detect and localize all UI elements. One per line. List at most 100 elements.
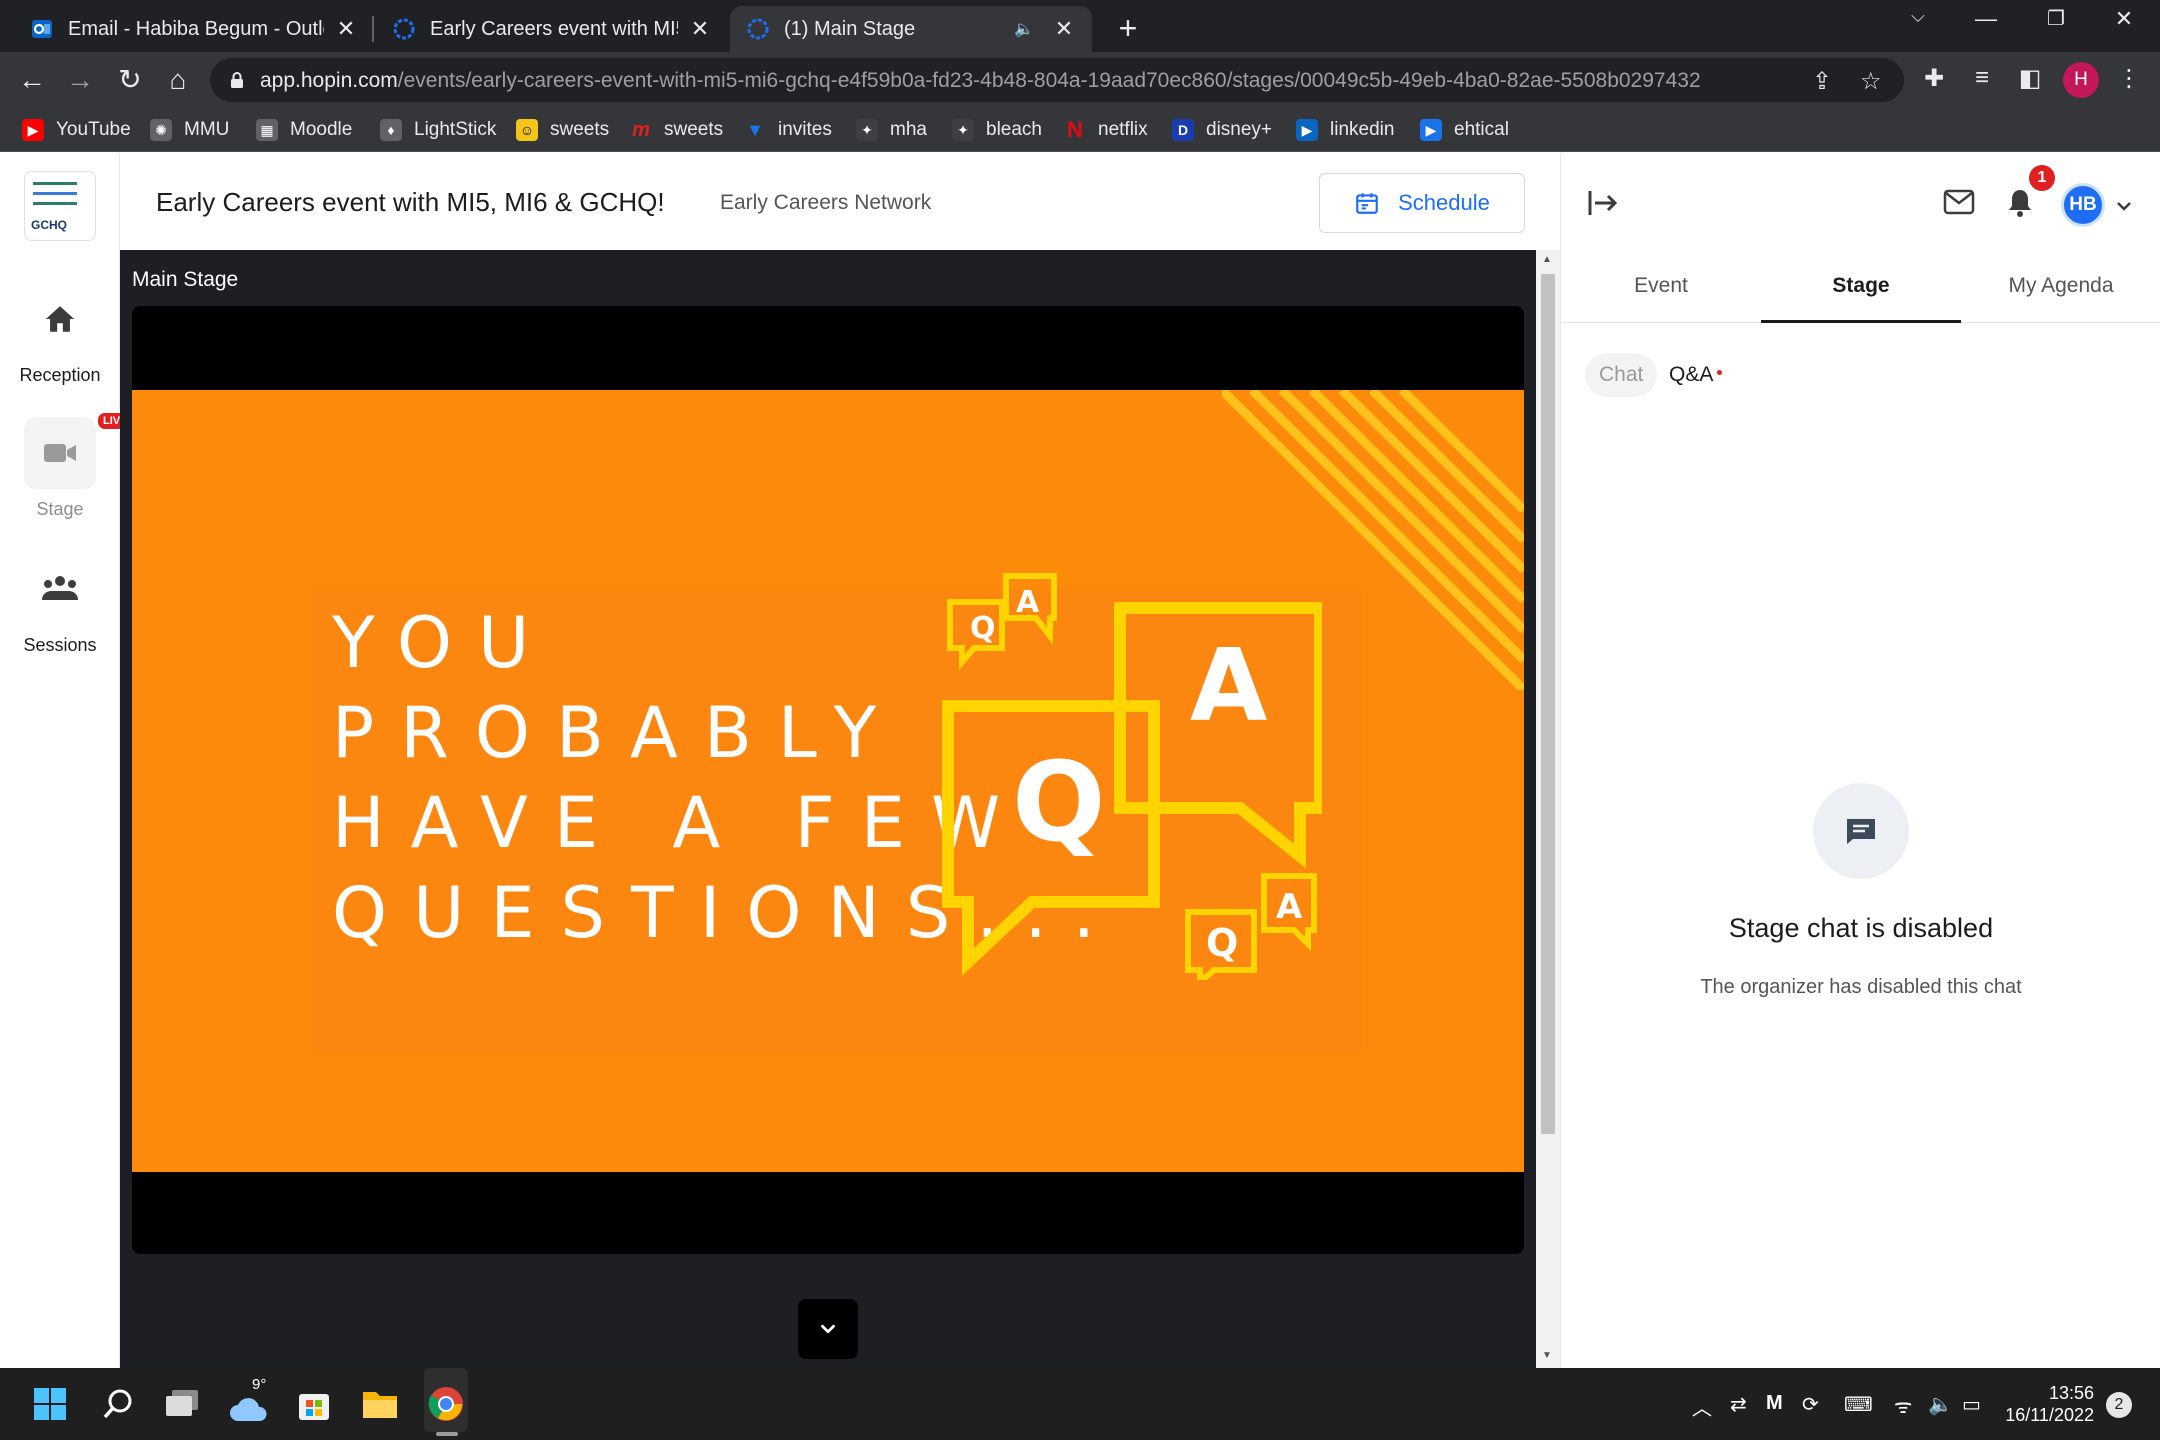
chat-disabled-subtitle: The organizer has disabled this chat [1700, 976, 2022, 998]
scroll-up-icon[interactable]: ▲ [1542, 254, 1552, 265]
bookmark-moodle[interactable]: ▦ Moodle [256, 116, 352, 144]
stage-scrollbar[interactable]: ▲ ▼ [1536, 250, 1560, 1368]
file-explorer-icon[interactable] [358, 1382, 402, 1426]
window-close-icon[interactable]: ✕ [2104, 6, 2144, 32]
tab-title: (1) Main Stage [784, 17, 916, 40]
nav-item-sessions[interactable]: Sessions [0, 553, 120, 656]
collapse-panel-icon[interactable] [1587, 189, 1619, 217]
battery-icon[interactable]: ▭ [1962, 1392, 1981, 1417]
lightstick-icon: ♦ [380, 119, 402, 141]
store-icon[interactable] [292, 1382, 336, 1426]
slide-line-2: PROBABLY [332, 692, 903, 774]
weather-widget[interactable]: 9° [226, 1376, 270, 1426]
browser-menu-icon[interactable]: ⋮ [2112, 64, 2146, 93]
subtab-qa[interactable]: Q&A [1655, 353, 1736, 397]
bookmark-mmu[interactable]: ✺ MMU [150, 116, 229, 144]
mmu-icon: ✺ [150, 119, 172, 141]
restore-icon[interactable]: ❐ [2036, 6, 2076, 31]
active-app-indicator [436, 1432, 458, 1436]
clock-time: 13:56 [2048, 1383, 2094, 1403]
organizer-name[interactable]: Early Careers Network [720, 191, 931, 215]
tab-my-agenda[interactable]: My Agenda [1961, 265, 2160, 323]
nav-label-reception: Reception [19, 365, 101, 385]
tray-sync-icon[interactable]: ⟳ [1802, 1392, 1819, 1417]
bookmark-bleach[interactable]: ✦ bleach [952, 116, 1042, 144]
bookmark-sweets-m[interactable]: m sweets [630, 116, 723, 144]
volume-icon[interactable]: 🔈 [1928, 1392, 1953, 1417]
video-player[interactable]: YOU PROBABLY HAVE A FEW QUESTIONS... Q A… [132, 306, 1524, 1254]
bookmark-ehtical[interactable]: ▶ ehtical [1420, 116, 1509, 144]
bookmark-lightstick[interactable]: ♦ LightStick [380, 116, 496, 144]
back-arrow-icon[interactable]: ← [12, 60, 52, 100]
weather-temp: 9° [252, 1376, 267, 1393]
system-clock[interactable]: 13:56 16/11/2022 [2004, 1382, 2094, 1426]
browser-tab-bar: Email - Habiba Begum - Outlook ✕ Early C… [0, 0, 2160, 52]
address-bar[interactable]: app.hopin.com/events/early-careers-event… [210, 58, 1904, 102]
bookmark-sweets[interactable]: ☺ sweets [516, 116, 609, 144]
bell-icon[interactable] [2005, 187, 2035, 219]
extensions-puzzle-icon[interactable]: ✚ [1917, 64, 1951, 93]
user-avatar[interactable]: HB [2061, 183, 2105, 227]
scroll-down-icon[interactable]: ▼ [1542, 1350, 1552, 1361]
ehtical-icon: ▶ [1420, 119, 1442, 141]
tab-title: Early Careers event with MI5, MI6 [430, 17, 678, 40]
tab-main-stage[interactable]: (1) Main Stage 🔈 ✕ [730, 6, 1092, 52]
tab-title: Email - Habiba Begum - Outlook [68, 17, 324, 40]
tray-overflow-chevron-icon[interactable]: ︿ [1692, 1392, 1712, 1421]
media-control-icon[interactable]: ≡ [1965, 64, 1999, 92]
task-view-icon[interactable] [160, 1382, 204, 1426]
mail-icon[interactable] [1943, 189, 1975, 215]
speaker-icon[interactable]: 🔈 [1014, 19, 1034, 39]
tab-early-careers[interactable]: Early Careers event with MI5, MI6 ✕ [376, 6, 728, 52]
schedule-button[interactable]: Schedule [1319, 173, 1525, 233]
outlook-icon [30, 17, 54, 41]
close-icon[interactable]: ✕ [1052, 16, 1076, 42]
bleach-icon: ✦ [952, 119, 974, 141]
nav-item-stage[interactable]: LIVE Stage [0, 411, 135, 520]
keyboard-icon[interactable]: ⌨ [1844, 1392, 1873, 1417]
hopin-app: GCHQ Reception LIVE Stage Sessions Early… [0, 153, 2160, 1368]
share-icon[interactable]: ⇪ [1812, 67, 1832, 96]
minimize-icon[interactable]: — [1966, 6, 2006, 32]
tab-event[interactable]: Event [1561, 265, 1761, 323]
scroll-thumb[interactable] [1541, 274, 1555, 1134]
expand-chevron-button[interactable] [798, 1299, 858, 1359]
tab-search-chevron-icon[interactable]: ⌵ [1898, 6, 1938, 27]
windows-start-icon[interactable] [28, 1382, 72, 1426]
reload-icon[interactable]: ↻ [110, 60, 150, 100]
tray-app-icon[interactable]: M [1766, 1392, 1783, 1415]
notification-center-badge[interactable]: 2 [2106, 1392, 2132, 1418]
chevron-down-icon[interactable] [2115, 199, 2133, 213]
close-icon[interactable]: ✕ [688, 16, 712, 42]
disney-icon: D [1172, 119, 1194, 141]
subtab-chat[interactable]: Chat [1585, 353, 1658, 397]
invites-icon: ▼ [746, 119, 764, 140]
side-panel-icon[interactable]: ◧ [2013, 64, 2047, 93]
event-logo[interactable]: GCHQ [24, 171, 96, 241]
hopin-icon [746, 17, 770, 41]
bookmark-disney[interactable]: Ddisney+ [1172, 116, 1272, 144]
bookmark-linkedin[interactable]: ▶ linkedin [1296, 116, 1394, 144]
tab-outlook[interactable]: Email - Habiba Begum - Outlook ✕ [14, 6, 374, 52]
wifi-icon[interactable]: ᯤ [1894, 1392, 1912, 1419]
bookmark-mha[interactable]: ✦ mha [856, 116, 927, 144]
tray-settings-icon[interactable]: ⇄ [1730, 1392, 1747, 1417]
tab-separator [372, 16, 374, 42]
new-tab-button[interactable]: + [1108, 10, 1148, 47]
tab-stage[interactable]: Stage [1761, 265, 1961, 323]
lock-icon [231, 72, 243, 88]
youtube-icon: ▶ [22, 119, 44, 141]
home-icon[interactable]: ⌂ [158, 60, 198, 100]
chrome-icon[interactable] [424, 1382, 468, 1426]
profile-avatar[interactable]: H [2063, 62, 2099, 98]
m-icon: m [632, 118, 650, 141]
bookmark-star-icon[interactable]: ☆ [1860, 67, 1882, 96]
nav-item-reception[interactable]: Reception [0, 283, 120, 386]
bookmark-youtube[interactable]: ▶ YouTube [22, 116, 131, 144]
bookmark-netflix[interactable]: Nnetflix [1064, 116, 1148, 144]
forward-arrow-icon[interactable]: → [60, 60, 100, 100]
bookmark-invites[interactable]: ▼ invites [744, 116, 832, 144]
mha-icon: ✦ [856, 119, 878, 141]
close-icon[interactable]: ✕ [334, 16, 358, 42]
search-icon[interactable] [96, 1382, 140, 1426]
